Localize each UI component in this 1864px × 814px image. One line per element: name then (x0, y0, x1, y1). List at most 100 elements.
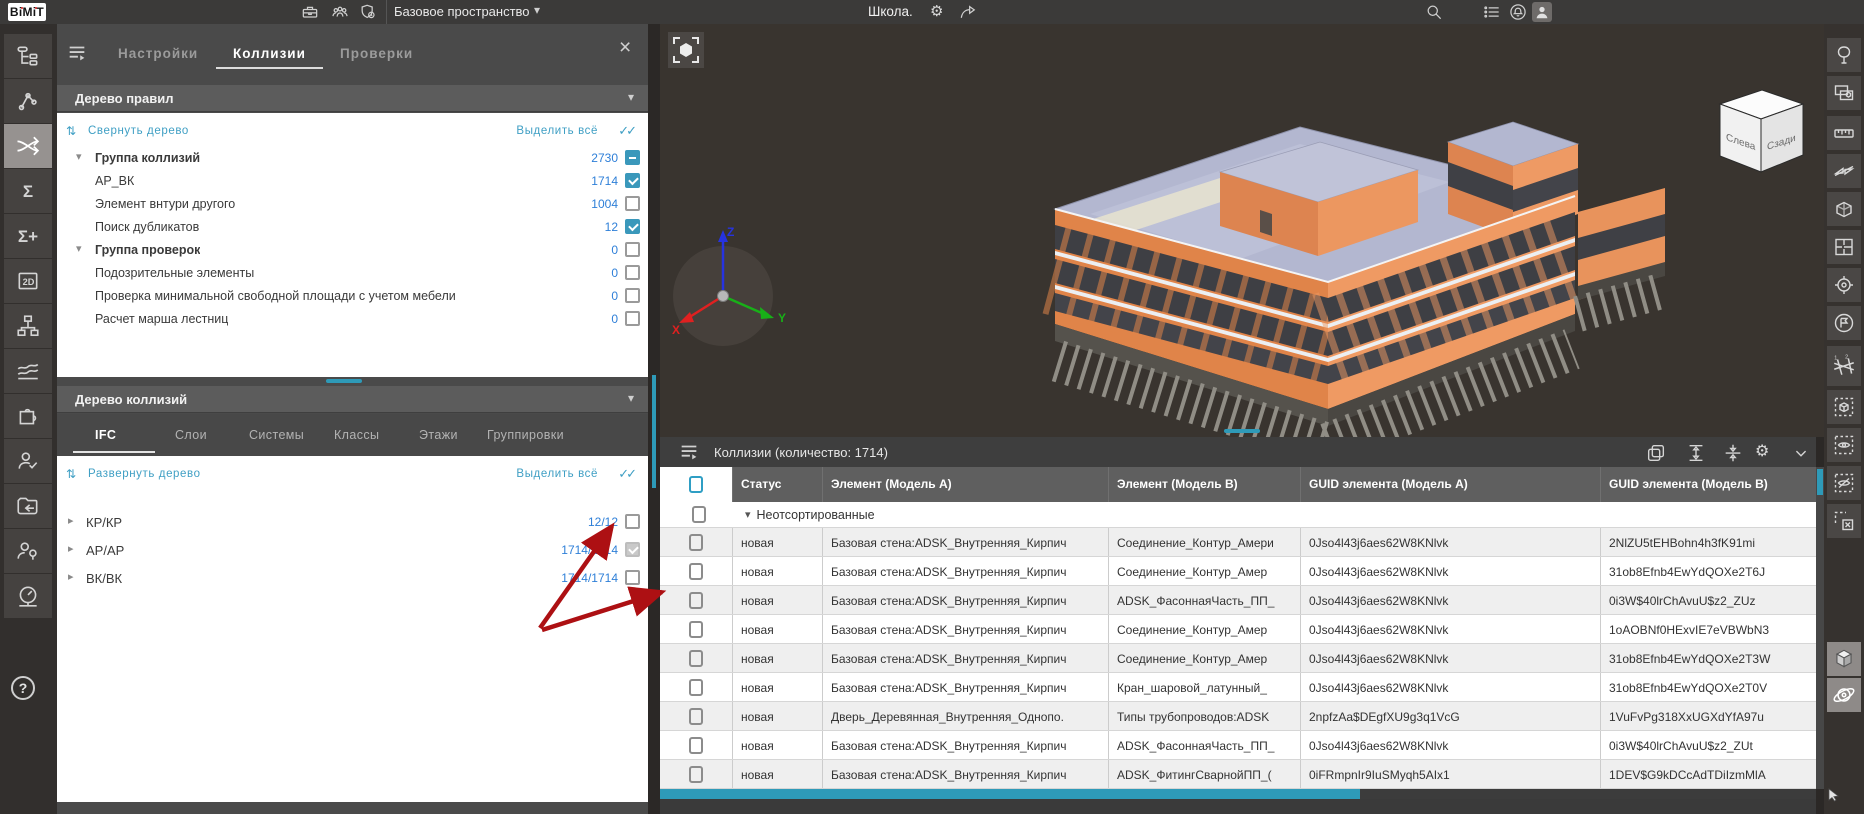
notifications-icon[interactable] (1508, 2, 1528, 22)
settings-gear-icon[interactable]: ⚙ (930, 2, 943, 22)
checkbox[interactable] (625, 311, 640, 326)
user-check-icon[interactable] (4, 439, 52, 483)
flag-icon[interactable] (1827, 306, 1861, 340)
tree-row[interactable]: ▸ АР/АР 1714/1714 (57, 536, 648, 564)
tab-systems[interactable]: Системы (249, 428, 304, 442)
tab-groupings[interactable]: Группировки (487, 428, 564, 442)
scrollbar-thumb[interactable] (660, 789, 1360, 799)
tab-layers[interactable]: Слои (175, 428, 207, 442)
close-icon[interactable]: × (619, 38, 631, 58)
orbit-mode-icon[interactable] (1827, 678, 1861, 712)
shield-clock-icon[interactable] (358, 2, 378, 22)
checkbox[interactable] (689, 534, 703, 551)
search-icon[interactable] (1424, 2, 1444, 22)
table-row[interactable]: новая Базовая стена:ADSK_Внутренняя_Кирп… (660, 557, 1816, 586)
tab-floors[interactable]: Этажи (419, 428, 458, 442)
locate-icon[interactable] (1827, 268, 1861, 302)
model-canvas[interactable]: Z X Y Слева Сзади (660, 24, 1824, 437)
workspace-selector[interactable]: Базовое пространство (394, 4, 530, 19)
select-all-checkbox-cell[interactable] (660, 467, 733, 502)
team-icon[interactable] (330, 2, 350, 22)
collisions-icon[interactable] (4, 124, 52, 168)
checkbox[interactable] (625, 150, 640, 165)
column-header-status[interactable]: Статус (733, 467, 823, 502)
view-cube-mode-icon[interactable] (1827, 642, 1861, 676)
double-check-icon[interactable]: ✓✓ (618, 123, 634, 139)
rules-tree-header[interactable]: Дерево правил ▾ (57, 85, 648, 112)
checkbox[interactable] (689, 708, 703, 725)
focus-selection-button[interactable] (668, 32, 704, 68)
panel-menu-icon[interactable] (66, 42, 88, 64)
checkbox[interactable] (625, 288, 640, 303)
tab-settings[interactable]: Настройки (118, 46, 198, 61)
column-header-elem-b[interactable]: Элемент (Модель B) (1109, 467, 1301, 502)
sum-icon[interactable]: Σ (4, 169, 52, 213)
caret-down-icon[interactable]: ▾ (76, 242, 82, 255)
charts-icon[interactable] (4, 349, 52, 393)
briefcase-icon[interactable] (300, 2, 320, 22)
caret-down-icon[interactable]: ▾ (534, 3, 540, 17)
checkbox[interactable] (625, 242, 640, 257)
dashboard-icon[interactable] (4, 574, 52, 618)
checkbox[interactable] (625, 196, 640, 211)
model-tree-icon[interactable] (4, 34, 52, 78)
2d-view-icon[interactable]: 2D (4, 259, 52, 303)
checkbox[interactable] (625, 265, 640, 280)
tree-row[interactable]: Расчет марша лестниц 0 (57, 308, 648, 331)
double-check-icon[interactable]: ✓✓ (618, 466, 634, 482)
caret-down-icon[interactable]: ▾ (76, 150, 82, 163)
tab-classes[interactable]: Классы (334, 428, 379, 442)
table-row[interactable]: новая Базовая стена:ADSK_Внутренняя_Кирп… (660, 731, 1816, 760)
caret-down-icon[interactable]: ▾ (628, 391, 634, 405)
chevron-down-icon[interactable] (1790, 442, 1812, 464)
table-row[interactable]: новая Базовая стена:ADSK_Внутренняя_Кирп… (660, 528, 1816, 557)
expand-tree-link[interactable]: Развернуть дерево (88, 468, 201, 480)
axis-gizmo[interactable]: Z X Y (672, 225, 786, 346)
table-splitter-handle[interactable] (1224, 429, 1260, 433)
column-header-guid-b[interactable]: GUID элемента (Модель B) (1601, 467, 1816, 502)
copy-icon[interactable] (1645, 442, 1667, 464)
tree-row[interactable]: ▾ Группа коллизий 2730 (57, 147, 648, 170)
help-button[interactable]: ? (11, 676, 35, 700)
checkbox[interactable] (625, 514, 640, 529)
checkbox[interactable] (689, 621, 703, 638)
tree-row[interactable]: Элемент внтури другого 1004 (57, 193, 648, 216)
select-node-icon[interactable] (4, 79, 52, 123)
show-box-icon[interactable] (1827, 428, 1861, 462)
checkbox[interactable] (625, 173, 640, 188)
tree-row[interactable]: ▾ Группа проверок 0 (57, 239, 648, 262)
table-row[interactable]: новая Базовая стена:ADSK_Внутренняя_Кирп… (660, 673, 1816, 702)
caret-down-icon[interactable]: ▾ (628, 90, 634, 104)
checkbox[interactable] (689, 737, 703, 754)
folder-share-icon[interactable] (4, 484, 52, 528)
checkbox[interactable] (689, 679, 703, 696)
table-row[interactable]: новая Базовая стена:ADSK_Внутренняя_Кирп… (660, 586, 1816, 615)
table-row[interactable]: новая Базовая стена:ADSK_Внутренняя_Кирп… (660, 615, 1816, 644)
tree-row[interactable]: Подозрительные элементы 0 (57, 262, 648, 285)
table-group-row[interactable]: ▾Неотсортированные (660, 502, 1816, 528)
splitter-handle[interactable] (326, 379, 362, 383)
measure-icon[interactable] (1827, 116, 1861, 150)
checkbox[interactable] (689, 592, 703, 609)
center-rows-icon[interactable] (1722, 442, 1744, 464)
sum-plus-icon[interactable]: Σ+ (4, 214, 52, 258)
fit-height-icon[interactable] (1685, 442, 1707, 464)
checkbox[interactable] (625, 570, 640, 585)
isolate-box-icon[interactable] (1827, 390, 1861, 424)
share-icon[interactable] (958, 2, 978, 22)
checkbox[interactable] (689, 766, 703, 783)
caret-down-icon[interactable]: ▾ (745, 508, 751, 521)
checkbox[interactable] (689, 650, 703, 667)
checkbox[interactable] (625, 219, 640, 234)
group-checkbox-cell[interactable] (660, 502, 733, 527)
horizontal-scrollbar[interactable] (660, 789, 1816, 799)
table-menu-icon[interactable] (678, 441, 700, 463)
list-icon[interactable] (1482, 2, 1502, 22)
checkbox[interactable] (689, 563, 703, 580)
column-header-guid-a[interactable]: GUID элемента (Модель A) (1301, 467, 1601, 502)
app-logo[interactable]: BiMiT (8, 3, 46, 21)
clear-selection-icon[interactable] (1827, 504, 1861, 538)
floor-plan-icon[interactable] (1827, 230, 1861, 264)
tab-checks[interactable]: Проверки (340, 46, 413, 61)
checkbox[interactable] (692, 506, 706, 523)
